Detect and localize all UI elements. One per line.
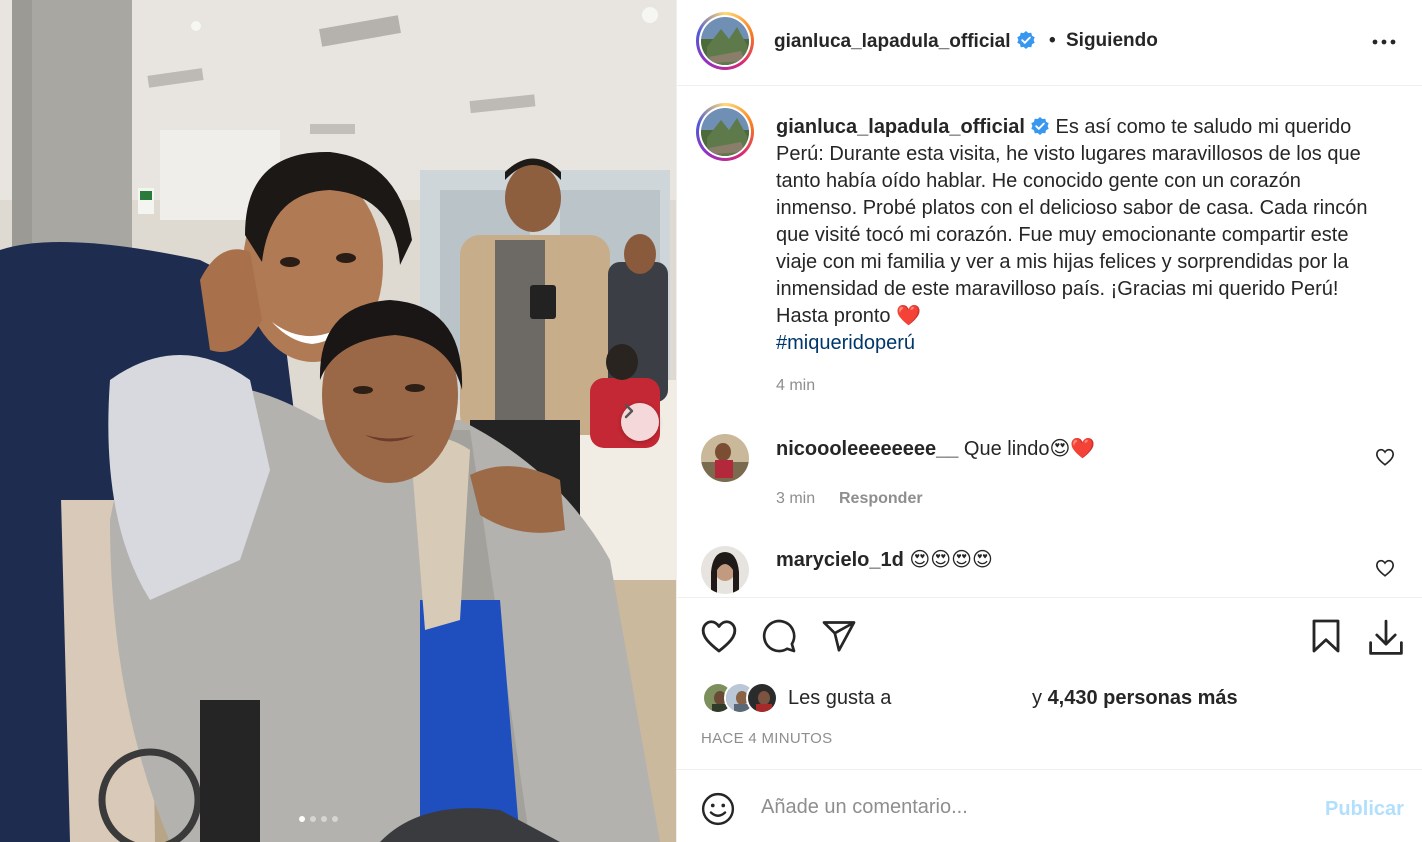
publish-button[interactable]: Publicar	[1325, 798, 1404, 821]
header-username[interactable]: gianluca_lapadula_official	[774, 30, 1036, 53]
carousel-dot	[299, 816, 305, 822]
avatar-image	[701, 434, 749, 482]
comment-item: nicoooleeeeeeee__ Que lindo😍❤️	[776, 436, 1095, 463]
header-username-text[interactable]: gianluca_lapadula_official	[774, 31, 1011, 52]
comment-username[interactable]: nicoooleeeeeeee__	[776, 438, 958, 460]
download-icon	[1369, 619, 1403, 655]
comments-scroll-area[interactable]: gianluca_lapadula_official Es así como t…	[677, 87, 1422, 597]
caption-text: Es así como te saludo mi querido Perú: D…	[776, 116, 1368, 327]
chevron-right-icon	[624, 403, 634, 419]
comment-icon	[762, 619, 796, 653]
carousel-indicator	[299, 816, 338, 822]
caption-username[interactable]: gianluca_lapadula_official	[776, 116, 1025, 138]
avatar-image	[701, 17, 749, 65]
comment-item: marycielo_1d 😍😍😍😍	[776, 547, 993, 574]
save-button[interactable]	[1309, 618, 1343, 659]
heart-icon	[1375, 448, 1395, 466]
post-sidebar: gianluca_lapadula_official • Siguiendo g…	[676, 0, 1422, 842]
caption-hashtag[interactable]: #miqueridoperú	[776, 332, 915, 354]
share-icon	[822, 621, 856, 652]
like-comment-button[interactable]	[1375, 448, 1395, 471]
emoji-button[interactable]	[701, 792, 735, 831]
comment-text: Que lindo😍❤️	[963, 438, 1096, 460]
add-comment-bar: Publicar	[677, 769, 1422, 842]
liker-avatar	[746, 682, 778, 714]
comment-username[interactable]: marycielo_1d	[776, 549, 904, 571]
more-options-icon	[1372, 39, 1396, 45]
caption-avatar[interactable]	[696, 103, 754, 161]
post-header: gianluca_lapadula_official • Siguiendo	[677, 0, 1422, 86]
more-options-button[interactable]	[1371, 30, 1397, 59]
comment-time: 3 min	[776, 490, 816, 507]
like-button[interactable]	[700, 618, 738, 659]
heart-icon	[1375, 559, 1395, 577]
likes-connector: y	[1032, 687, 1042, 709]
post-actions: Les gusta a y 4,430 personas más HACE 4 …	[677, 597, 1422, 769]
following-button[interactable]: Siguiendo	[1066, 30, 1158, 52]
avatar-image	[701, 108, 749, 156]
carousel-next-button[interactable]	[621, 403, 659, 441]
caption-heart-emoji: ❤️	[896, 305, 921, 327]
carousel-dot	[310, 816, 316, 822]
comment-button[interactable]	[761, 618, 797, 659]
header-separator: •	[1049, 30, 1056, 51]
reply-button[interactable]: Responder	[839, 490, 923, 508]
carousel-dot	[321, 816, 327, 822]
comment-avatar[interactable]	[701, 434, 749, 482]
post-caption: gianluca_lapadula_official Es así como t…	[776, 114, 1386, 357]
comment-text: 😍😍😍😍	[909, 549, 993, 571]
liked-by-avatars[interactable]	[702, 682, 782, 716]
heart-icon	[701, 620, 737, 653]
download-button[interactable]	[1367, 618, 1405, 663]
like-comment-button[interactable]	[1375, 559, 1395, 582]
likes-prefix: Les gusta a	[788, 687, 892, 709]
avatar-image	[701, 546, 749, 594]
likes-summary[interactable]: y 4,430 personas más	[1032, 687, 1238, 710]
post-timestamp[interactable]: HACE 4 MINUTOS	[701, 730, 832, 747]
share-button[interactable]	[821, 618, 857, 659]
likes-count[interactable]: 4,430 personas más	[1048, 687, 1238, 709]
carousel-dot	[332, 816, 338, 822]
comment-input[interactable]	[761, 792, 1301, 822]
photo-illustration	[0, 0, 676, 842]
emoji-icon	[701, 792, 735, 826]
author-avatar[interactable]	[696, 12, 754, 70]
verified-badge-icon	[1031, 117, 1049, 135]
caption-time: 4 min	[776, 377, 816, 394]
comment-avatar[interactable]	[701, 546, 749, 594]
bookmark-icon	[1312, 619, 1340, 653]
post-photo[interactable]	[0, 0, 676, 842]
verified-badge-icon	[1016, 31, 1035, 49]
